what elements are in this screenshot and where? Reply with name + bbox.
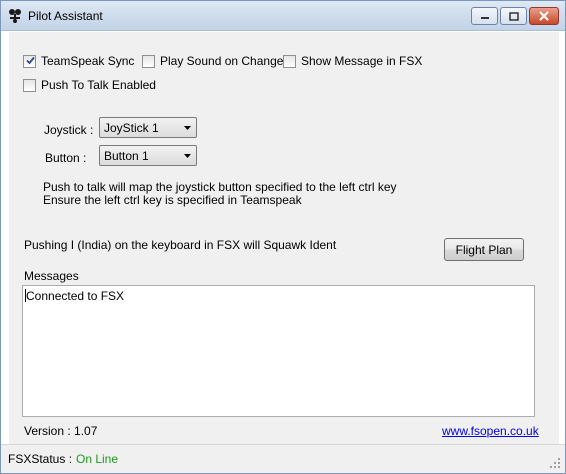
push-to-talk-label: Push To Talk Enabled: [41, 78, 156, 92]
version-label: Version : 1.07: [24, 424, 98, 438]
resize-grip-icon[interactable]: [549, 457, 561, 469]
show-message-checkbox[interactable]: Show Message in FSX: [283, 54, 422, 68]
button-select[interactable]: Button 1: [99, 145, 197, 166]
play-sound-checkbox[interactable]: Play Sound on Change: [142, 54, 283, 68]
joystick-select[interactable]: JoyStick 1: [99, 117, 197, 138]
maximize-icon: [508, 11, 519, 21]
messages-textarea[interactable]: Connected to FSX: [22, 285, 535, 417]
chevron-down-icon: [184, 126, 191, 130]
joystick-label: Joystick :: [44, 123, 94, 137]
teamspeak-sync-checkbox[interactable]: TeamSpeak Sync: [23, 54, 134, 68]
messages-label: Messages: [24, 269, 79, 283]
flight-plan-button[interactable]: Flight Plan: [444, 238, 524, 261]
push-to-talk-info: Push to talk will map the joystick butto…: [43, 181, 397, 207]
show-message-box[interactable]: [283, 54, 296, 68]
info-line-2: Ensure the left ctrl key is specified in…: [43, 193, 302, 207]
button-select-value: Button 1: [104, 149, 149, 163]
main-panel: TeamSpeak Sync Play Sound on Change Show…: [9, 32, 559, 444]
title-bar[interactable]: Pilot Assistant: [1, 1, 565, 31]
button-label: Button :: [45, 151, 87, 165]
maximize-button[interactable]: [500, 7, 527, 25]
checkmark-icon: [26, 56, 35, 64]
push-to-talk-box[interactable]: [23, 78, 36, 92]
status-label: FSXStatus :: [8, 452, 73, 466]
squawk-note: Pushing I (India) on the keyboard in FSX…: [24, 238, 337, 252]
joystick-select-value: JoyStick 1: [104, 121, 159, 135]
message-line: Connected to FSX: [26, 289, 125, 303]
window-title: Pilot Assistant: [28, 9, 103, 23]
play-sound-box[interactable]: [142, 54, 155, 68]
push-to-talk-checkbox[interactable]: Push To Talk Enabled: [23, 78, 156, 92]
show-message-label: Show Message in FSX: [301, 54, 423, 68]
app-window: Pilot Assistant TeamSpeak Sync Play Soun…: [0, 0, 566, 474]
chevron-down-icon: [184, 154, 191, 158]
close-button[interactable]: [529, 7, 559, 25]
website-link[interactable]: www.fsopen.co.uk: [442, 424, 539, 438]
close-icon: [539, 11, 549, 21]
teamspeak-sync-label: TeamSpeak Sync: [41, 54, 135, 68]
play-sound-label: Play Sound on Change: [160, 54, 284, 68]
status-value: On Line: [76, 452, 119, 466]
pilot-logo-icon: [9, 9, 21, 23]
status-bar: FSXStatus : On Line: [1, 444, 565, 473]
minimize-icon: [480, 17, 489, 19]
teamspeak-sync-box[interactable]: [23, 54, 36, 68]
minimize-button[interactable]: [471, 7, 498, 25]
